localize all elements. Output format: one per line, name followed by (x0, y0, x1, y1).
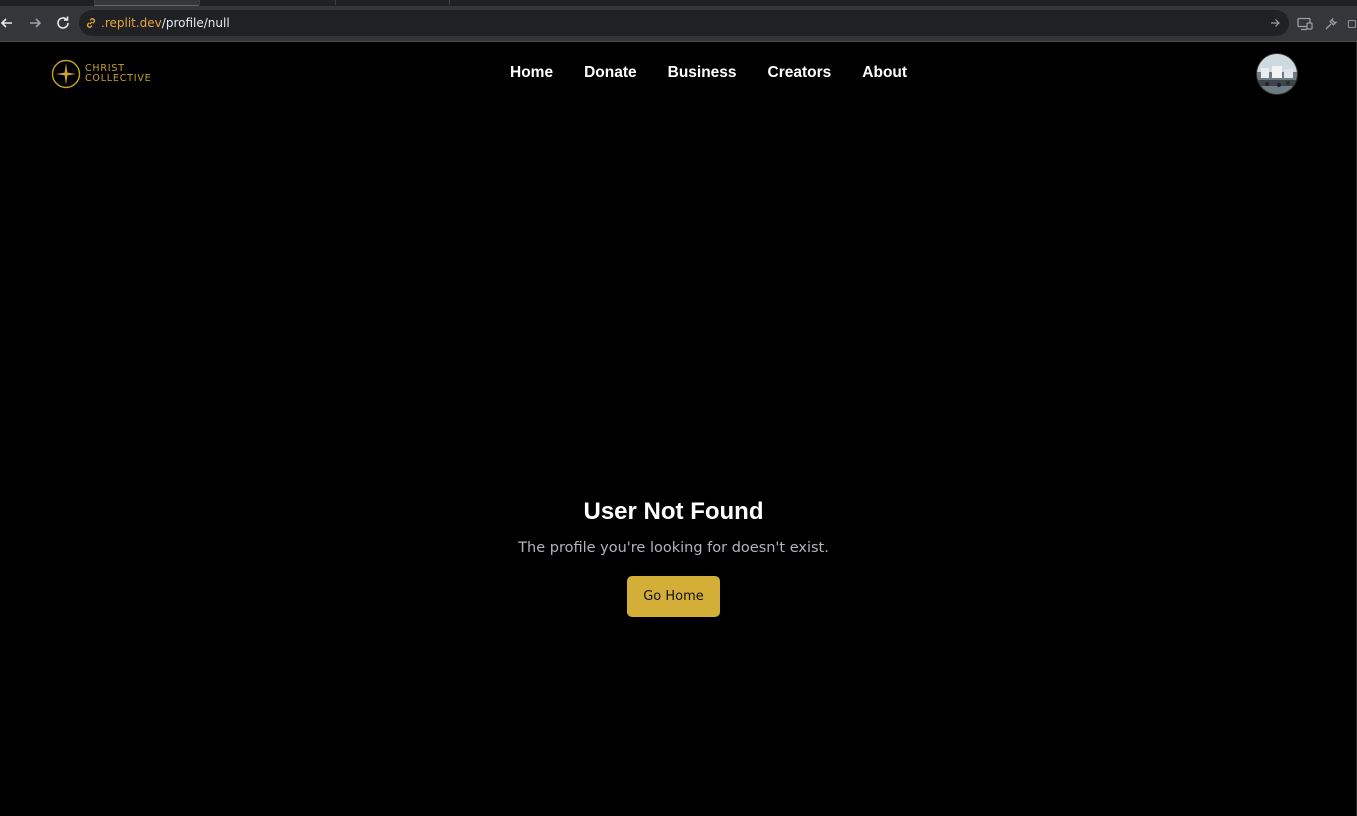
back-button[interactable] (0, 13, 17, 33)
logo-line-2: COLLECTIVE (85, 73, 152, 84)
not-found-message: The profile you're looking for doesn't e… (518, 540, 829, 556)
nav-creators[interactable]: Creators (768, 64, 832, 82)
arrow-right-icon (1271, 19, 1280, 27)
site-header: CHRIST COLLECTIVE Home Donate Business C… (0, 42, 1357, 108)
link-icon (86, 18, 96, 28)
url-path: /profile/null (161, 16, 230, 30)
user-avatar[interactable] (1257, 54, 1297, 94)
arrow-left-icon (0, 18, 12, 28)
cast-button[interactable] (1296, 15, 1314, 33)
nav-about[interactable]: About (862, 64, 907, 82)
url-text: .replit.dev/profile/null (101, 16, 230, 30)
nav-donate[interactable]: Donate (584, 64, 637, 82)
site-logo[interactable]: CHRIST COLLECTIVE (51, 58, 151, 90)
address-bar[interactable]: .replit.dev/profile/null (79, 10, 1289, 36)
forward-button[interactable] (25, 13, 45, 33)
main-nav: Home Donate Business Creators About (510, 64, 907, 82)
nav-business[interactable]: Business (668, 64, 737, 82)
logo-wordmark: CHRIST COLLECTIVE (85, 64, 151, 84)
side-panel-icon (1347, 19, 1357, 29)
go-button[interactable] (1267, 15, 1283, 31)
browser-tab[interactable] (335, 0, 449, 5)
page-title: User Not Found (583, 498, 764, 525)
cast-icon (1297, 17, 1313, 31)
side-panel-button[interactable] (1347, 15, 1357, 33)
browser-toolbar: .replit.dev/profile/null (0, 6, 1357, 42)
not-found-section: User Not Found The profile you're lookin… (0, 495, 1347, 617)
browser-tab[interactable] (199, 0, 335, 5)
go-home-button[interactable]: Go Home (627, 576, 720, 617)
devtools-button[interactable] (1322, 15, 1340, 33)
arrow-right-icon (30, 18, 42, 28)
browser-tab[interactable] (449, 0, 452, 5)
url-domain: .replit.dev (101, 16, 162, 30)
star-cross-icon (51, 59, 81, 89)
reload-icon (57, 16, 69, 29)
reload-button[interactable] (53, 13, 73, 33)
nav-home[interactable]: Home (510, 64, 553, 82)
wrench-icon (1325, 17, 1338, 30)
avatar-photo (1257, 54, 1297, 94)
